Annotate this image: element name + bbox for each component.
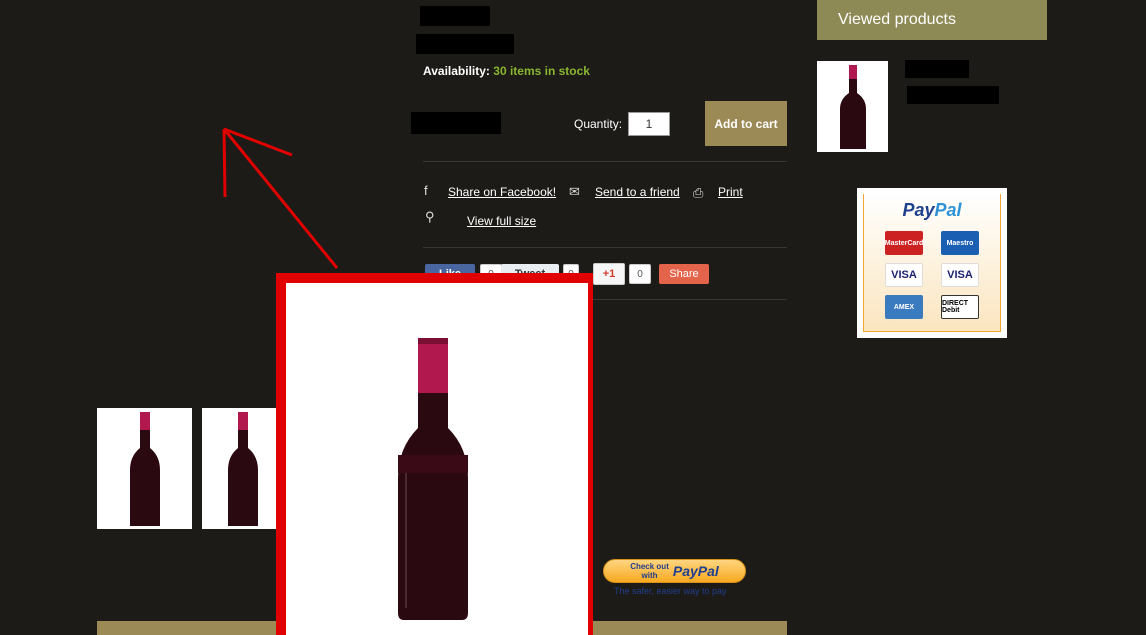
google-plus-button[interactable]: +1	[593, 263, 625, 285]
direct-debit-icon: DIRECT Debit	[941, 295, 979, 319]
paypal-logo-pal: Pal	[934, 200, 962, 220]
product-title-redacted	[420, 6, 490, 26]
mastercard-icon: MasterCard	[885, 231, 923, 255]
paypal-logo-pay: Pay	[902, 200, 935, 220]
quantity-input[interactable]	[628, 112, 670, 136]
share-button[interactable]: Share	[659, 264, 709, 284]
wine-bottle-large-icon	[398, 338, 468, 620]
send-to-friend-link[interactable]: Send to a friend	[595, 185, 680, 199]
divider	[423, 161, 787, 162]
visa-electron-icon: VISA	[941, 263, 979, 287]
printer-icon: ⎙	[693, 185, 704, 200]
envelope-icon: ✉	[569, 184, 580, 199]
divider	[423, 247, 787, 248]
viewed-product-name-redacted-2	[907, 86, 999, 104]
checkout-brand: PayPal	[672, 563, 719, 579]
paypal-accepted-cards: PayPal MasterCard Maestro VISA VISA AMEX…	[857, 188, 1007, 338]
facebook-icon: f	[424, 183, 428, 198]
gplus-count: 0	[629, 264, 651, 284]
product-title-redacted-2	[416, 34, 514, 54]
gallery-thumbnail[interactable]	[202, 408, 284, 529]
magnifier-icon: ⚲	[425, 209, 435, 224]
zoom-preview-frame	[276, 273, 593, 635]
checkout-line1: Check out	[630, 562, 669, 571]
wine-bottle-icon	[839, 64, 866, 149]
checkout-line2: with	[641, 571, 658, 580]
gallery-thumbnail[interactable]	[97, 408, 192, 529]
quantity-label: Quantity:	[574, 117, 623, 131]
viewed-product-thumbnail[interactable]	[817, 61, 888, 152]
maestro-icon: Maestro	[941, 231, 979, 255]
paypal-checkout-button[interactable]: Check out with PayPal	[603, 559, 746, 583]
product-price-redacted	[411, 112, 501, 134]
availability-label: Availability:	[423, 64, 490, 78]
annotation-arrow-icon	[222, 127, 339, 269]
visa-icon: VISA	[885, 263, 923, 287]
zoom-preview-image	[286, 283, 588, 635]
wine-bottle-icon	[129, 411, 160, 526]
availability-value: 30 items in stock	[493, 64, 590, 78]
viewed-products-header: Viewed products	[817, 0, 1047, 40]
availability: Availability: 30 items in stock	[423, 64, 590, 78]
viewed-product-name-redacted	[905, 60, 969, 78]
share-facebook-link[interactable]: Share on Facebook!	[448, 185, 556, 199]
amex-icon: AMEX	[885, 295, 923, 319]
view-full-size-link[interactable]: View full size	[467, 214, 536, 228]
paypal-tagline: The safer, easier way to pay	[614, 586, 727, 596]
print-link[interactable]: Print	[718, 185, 743, 199]
add-to-cart-button[interactable]: Add to cart	[705, 101, 787, 146]
paypal-logo: PayPal	[902, 200, 961, 221]
wine-bottle-icon	[228, 411, 258, 526]
